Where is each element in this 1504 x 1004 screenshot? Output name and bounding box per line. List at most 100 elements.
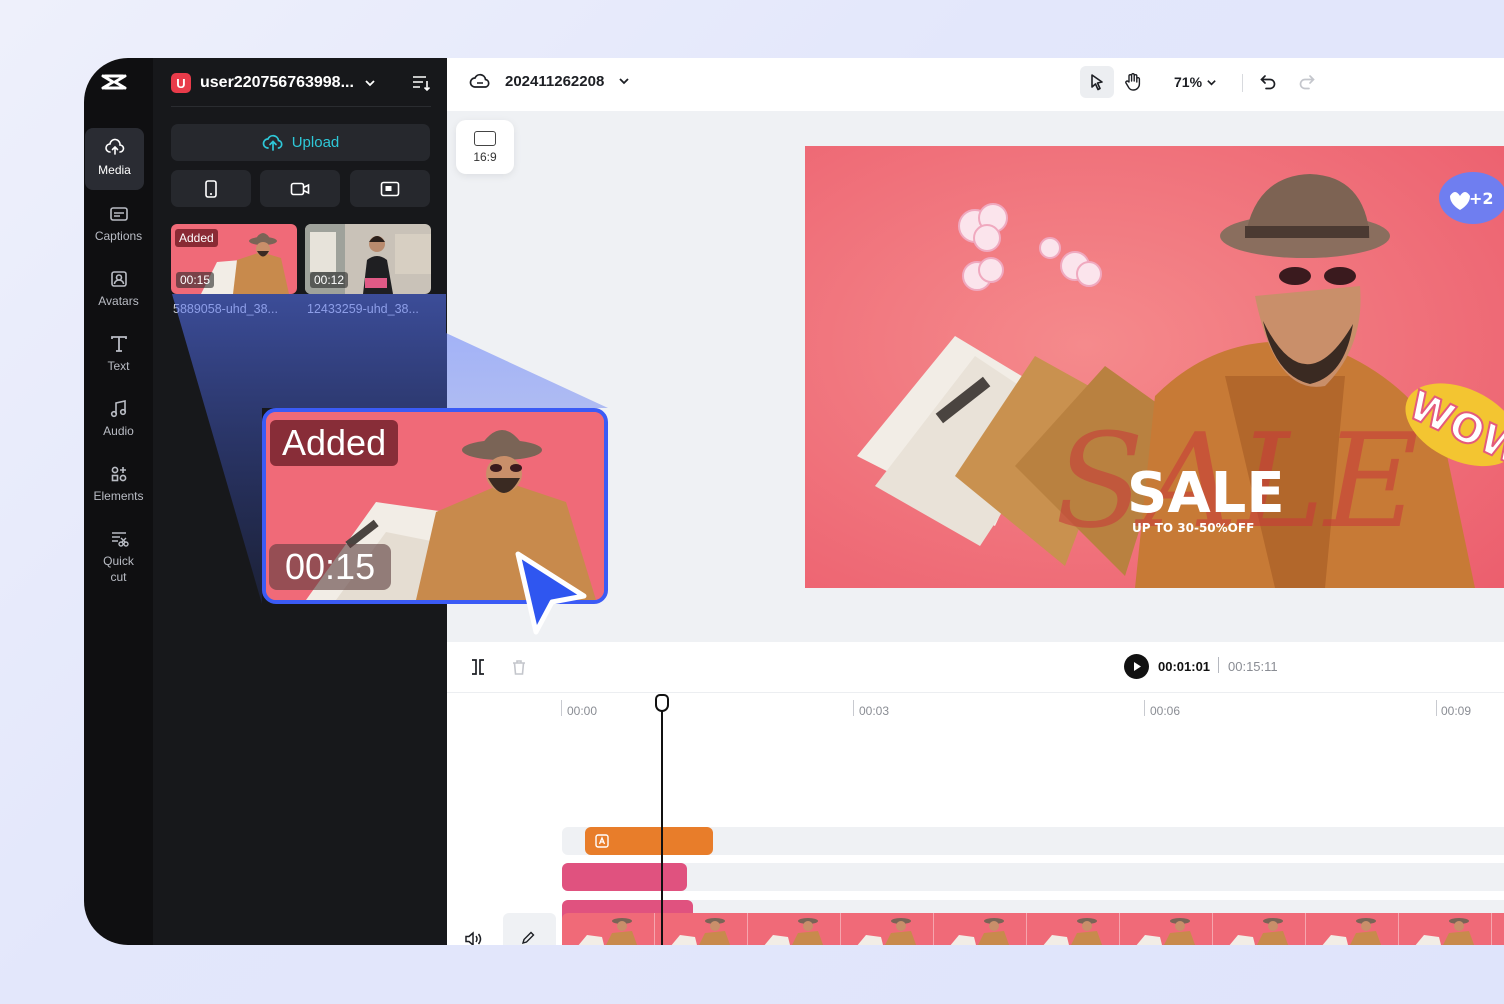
rail-item-quick-cut[interactable]: Quick cut — [84, 519, 153, 591]
username[interactable]: user220756763998... — [200, 74, 354, 92]
film-frame — [1213, 913, 1306, 945]
frame-thumb — [1492, 913, 1504, 945]
cover-edit-button[interactable] — [503, 913, 556, 945]
callout-added-badge: Added — [270, 420, 399, 466]
camera-icon — [290, 182, 310, 195]
playhead[interactable] — [661, 694, 663, 945]
timeline-toolbar: 00:01:01 00:15:11 — [447, 642, 1504, 693]
elements-icon — [111, 466, 126, 482]
record-screen-button[interactable] — [350, 170, 430, 207]
film-frame — [655, 913, 748, 945]
text-icon — [110, 336, 127, 352]
capcut-logo-icon[interactable] — [99, 68, 129, 98]
chevron-down-icon[interactable] — [364, 77, 376, 89]
upload-button[interactable]: Upload — [171, 124, 430, 161]
upload-label: Upload — [291, 134, 340, 151]
pointer-icon — [1091, 74, 1103, 91]
frame-thumb — [671, 918, 731, 945]
ruler-label: 00:06 — [1150, 704, 1181, 718]
left-rail: Media Captions Avatars Text Audio Elemen… — [84, 58, 153, 945]
captions-icon — [109, 207, 128, 221]
sticker-clip[interactable] — [562, 863, 687, 891]
film-frame — [1120, 913, 1213, 945]
aspect-ratio-button[interactable]: 16:9 — [456, 120, 514, 174]
duration-label: 00:12 — [310, 272, 349, 288]
delete-icon[interactable] — [510, 658, 528, 676]
film-frame — [1399, 913, 1492, 945]
hand-tool-button[interactable] — [1116, 66, 1150, 98]
text-clip-icon — [595, 834, 609, 848]
phone-icon — [205, 179, 217, 198]
redo-icon — [1299, 75, 1315, 90]
project-name: 202411262208 — [505, 72, 605, 90]
total-time: 00:15:11 — [1228, 659, 1278, 674]
frame-thumb — [857, 918, 917, 945]
rail-item-avatars[interactable]: Avatars — [84, 259, 153, 321]
rail-item-captions[interactable]: Captions — [84, 194, 153, 256]
rail-item-elements[interactable]: Elements — [84, 454, 153, 516]
aspect-ratio-label: 16:9 — [473, 150, 497, 164]
text-clip[interactable] — [585, 827, 713, 855]
screen-record-icon — [380, 181, 400, 196]
video-clip[interactable] — [562, 913, 1504, 945]
frame-thumb — [950, 918, 1010, 945]
media-filename: 5889058-uhd_38... — [173, 302, 278, 316]
play-button[interactable] — [1124, 654, 1149, 679]
rail-label: Quick — [103, 554, 134, 568]
avatar-icon — [110, 271, 127, 287]
sort-menu-icon[interactable] — [411, 74, 431, 92]
divider — [171, 106, 431, 107]
film-frame — [748, 913, 841, 945]
cloud-upload-icon — [262, 134, 283, 151]
film-frame — [934, 913, 1027, 945]
callout-duration: 00:15 — [269, 544, 392, 590]
rail-item-media[interactable]: Media — [85, 128, 144, 190]
frame-thumb — [578, 918, 638, 945]
avatar[interactable]: U — [171, 73, 191, 93]
sale-title: SALE — [1127, 461, 1285, 526]
sale-subtitle: UP TO 30-50%OFF — [1132, 521, 1254, 535]
record-video-button[interactable] — [260, 170, 340, 207]
account-row: U user220756763998... — [171, 70, 431, 96]
play-icon — [1133, 662, 1141, 671]
rail-label: Captions — [94, 229, 143, 243]
video-preview[interactable]: SALE SALE UP TO 30-50%OFF +2 WOW — [805, 146, 1504, 588]
split-icon[interactable] — [469, 658, 487, 676]
film-frame — [841, 913, 934, 945]
preview-frame: SALE SALE UP TO 30-50%OFF +2 WOW — [805, 146, 1504, 588]
ruler-label: 00:00 — [567, 704, 598, 718]
media-filename: 12433259-uhd_38... — [307, 302, 419, 316]
frame-thumb — [1043, 918, 1103, 945]
time-divider — [1218, 657, 1219, 673]
toolbar-divider — [1242, 74, 1243, 92]
mouse-cursor-icon — [515, 551, 587, 635]
rail-item-audio[interactable]: Audio — [84, 389, 153, 451]
rail-item-text[interactable]: Text — [84, 324, 153, 386]
media-thumbnail[interactable]: 00:12 — [305, 224, 431, 294]
zoom-value: 71% — [1174, 74, 1203, 90]
undo-button[interactable] — [1251, 66, 1285, 98]
project-title-row[interactable]: 202411262208 — [469, 72, 630, 90]
ruler-tick — [853, 700, 854, 716]
ruler-tick — [1144, 700, 1145, 716]
frame-thumb — [1136, 918, 1196, 945]
frame-thumb — [1415, 918, 1475, 945]
volume-icon[interactable] — [464, 931, 482, 945]
redo-button[interactable] — [1290, 66, 1324, 98]
top-toolbar: 202411262208 71% — [447, 58, 1504, 111]
cloud-upload-icon — [104, 138, 124, 155]
select-tool-button[interactable] — [1080, 66, 1114, 98]
timeline-panel: 00:01:01 00:15:11 00:00 00:03 00:06 00:0… — [447, 642, 1504, 945]
phone-upload-button[interactable] — [171, 170, 251, 207]
film-frame — [1027, 913, 1120, 945]
track-sticker-1 — [562, 863, 1504, 891]
media-thumbnail[interactable]: Added 00:15 — [171, 224, 297, 294]
playhead-handle[interactable] — [655, 694, 669, 712]
frame-thumb — [1229, 918, 1289, 945]
ruler-tick — [1436, 700, 1437, 716]
hand-icon — [1125, 73, 1141, 91]
duration-label: 00:15 — [176, 272, 215, 288]
film-frame — [1306, 913, 1399, 945]
rail-label-line2: cut — [110, 570, 127, 584]
zoom-dropdown[interactable]: 71% — [1174, 74, 1217, 90]
